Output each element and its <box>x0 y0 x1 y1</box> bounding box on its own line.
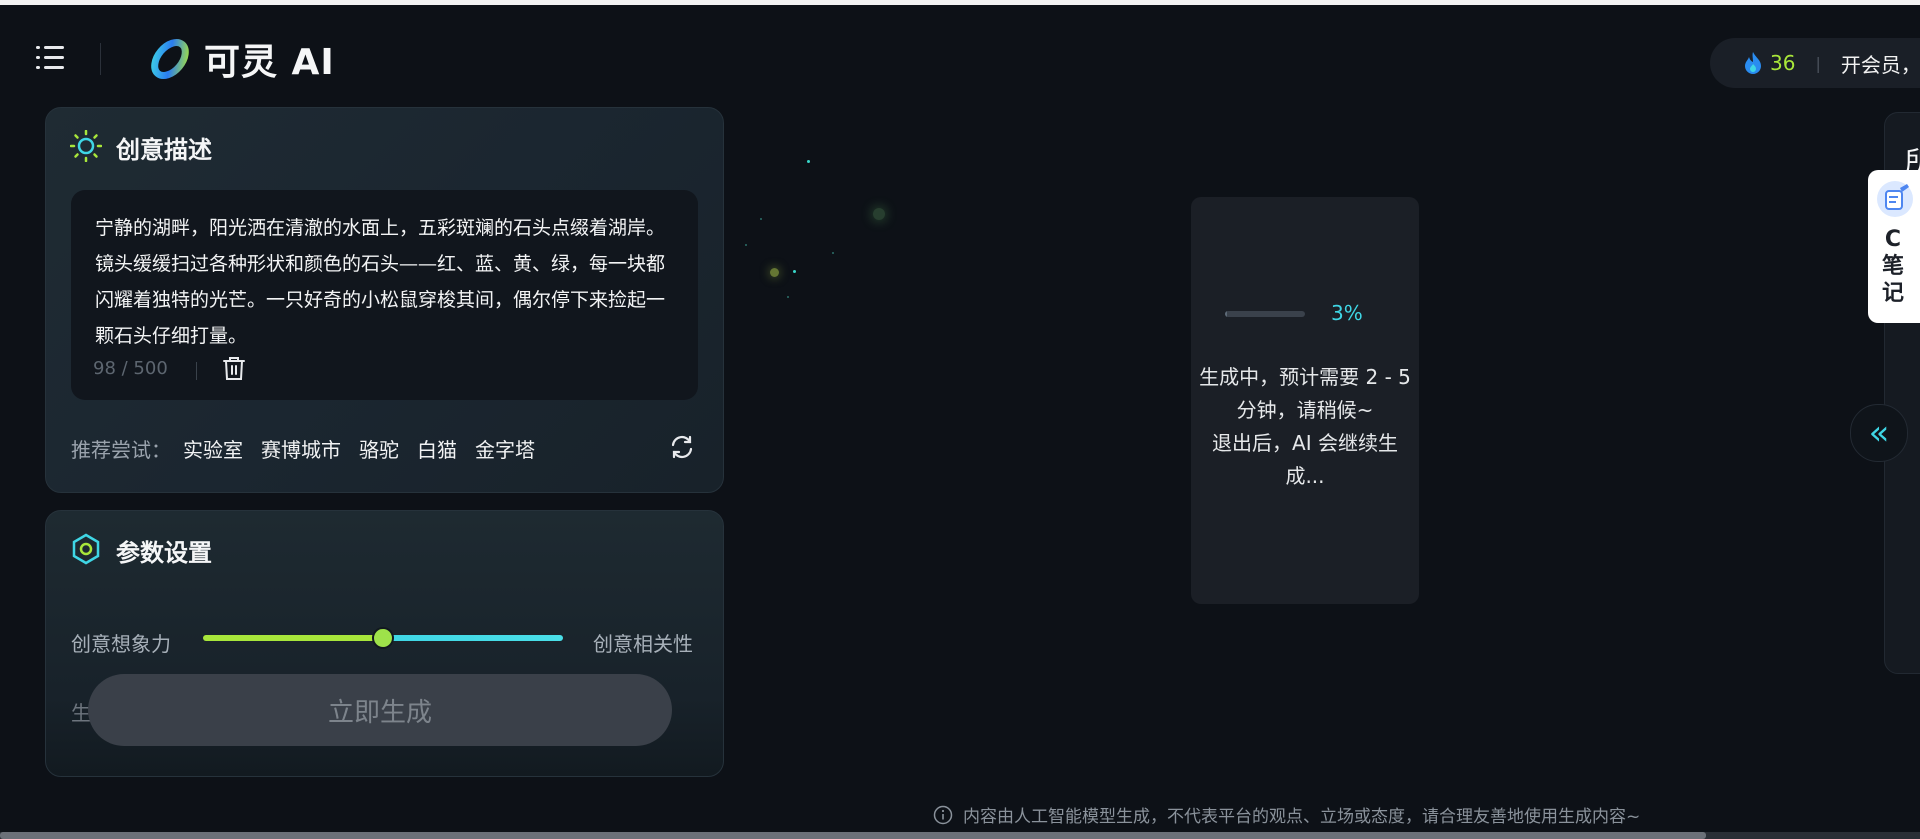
recommend-tag[interactable]: 白猫 <box>417 434 457 463</box>
info-icon <box>933 805 953 824</box>
notes-label: C 笔 记 <box>1881 227 1904 306</box>
prompt-textarea[interactable]: 宁静的湖畔，阳光洒在清澈的水面上，五彩斑斓的石头点缀着湖岸。镜头缓缓扫过各种形状… <box>71 190 698 400</box>
sun-icon <box>70 130 102 162</box>
horizontal-scrollbar[interactable] <box>0 832 1920 839</box>
recommend-tag[interactable]: 赛博城市 <box>261 434 341 463</box>
double-chevron-left-icon[interactable]: « <box>1850 404 1908 462</box>
slider-handle[interactable] <box>372 627 394 649</box>
brand-text: 可灵 AI <box>204 42 335 83</box>
progress-message: 生成中，预计需要 2 - 5 分钟，请稍候~ 退出后，AI 会继续生 成... <box>1191 361 1419 493</box>
kling-logo-icon <box>151 39 189 79</box>
pill-divider: | <box>1815 53 1821 73</box>
flame-icon <box>1745 52 1761 74</box>
header-divider <box>100 43 101 75</box>
footer-disclaimer: 内容由人工智能模型生成，不代表平台的观点、立场或态度，请合理友善地使用生成内容~ <box>933 802 1640 827</box>
disclaimer-text: 内容由人工智能模型生成，不代表平台的观点、立场或态度，请合理友善地使用生成内容~ <box>963 807 1641 827</box>
progress-message-text: 生成中，预计需要 2 - 5 分钟，请稍候~ 退出后，AI 会继续生 成... <box>1199 365 1411 488</box>
progress-bar-fill <box>1225 311 1228 317</box>
creative-title: 创意描述 <box>116 136 212 164</box>
refresh-icon[interactable] <box>669 434 695 460</box>
trash-icon[interactable] <box>221 354 247 382</box>
slider-right-label: 创意相关性 <box>593 632 693 656</box>
generate-button[interactable]: 立即生成 <box>88 674 672 746</box>
generation-progress-card: 3% 生成中，预计需要 2 - 5 分钟，请稍候~ 退出后，AI 会继续生 成.… <box>1191 197 1419 604</box>
progress-percent: 3% <box>1331 301 1363 325</box>
creative-description-card: 创意描述 宁静的湖畔，阳光洒在清澈的水面上，五彩斑斓的石头点缀着湖岸。镜头缓缓扫… <box>45 107 724 493</box>
recommend-tag[interactable]: 骆驼 <box>359 434 399 463</box>
membership-link[interactable]: 开会员，得 <box>1841 49 1920 78</box>
user-pill[interactable]: 36 | 开会员，得 <box>1710 38 1920 88</box>
slider-left-label: 创意想象力 <box>71 632 171 656</box>
notes-widget[interactable]: C 笔 记 <box>1868 170 1920 323</box>
creativity-slider[interactable] <box>203 627 563 649</box>
count-divider <box>196 362 197 380</box>
credits-count: 36 <box>1770 51 1796 75</box>
notes-icon <box>1877 181 1913 217</box>
top-header: 可灵 AI 36 | 开会员，得 <box>0 5 1920 105</box>
scrollbar-thumb[interactable] <box>0 832 1706 839</box>
params-title: 参数设置 <box>116 539 212 567</box>
char-count: 98 / 500 <box>93 358 168 379</box>
recommend-tag[interactable]: 实验室 <box>183 434 243 463</box>
recommend-tag[interactable]: 金字塔 <box>475 434 535 463</box>
menu-icon[interactable] <box>36 45 64 71</box>
progress-bar <box>1225 311 1305 317</box>
brand-logo[interactable]: 可灵 AI <box>146 33 335 85</box>
hexagon-settings-icon <box>72 533 100 565</box>
recommend-label: 推荐尝试： <box>71 438 171 462</box>
recommend-tags: 实验室 赛博城市 骆驼 白猫 金字塔 <box>183 434 535 463</box>
prompt-text[interactable]: 宁静的湖畔，阳光洒在清澈的水面上，五彩斑斓的石头点缀着湖岸。镜头缓缓扫过各种形状… <box>95 210 681 354</box>
